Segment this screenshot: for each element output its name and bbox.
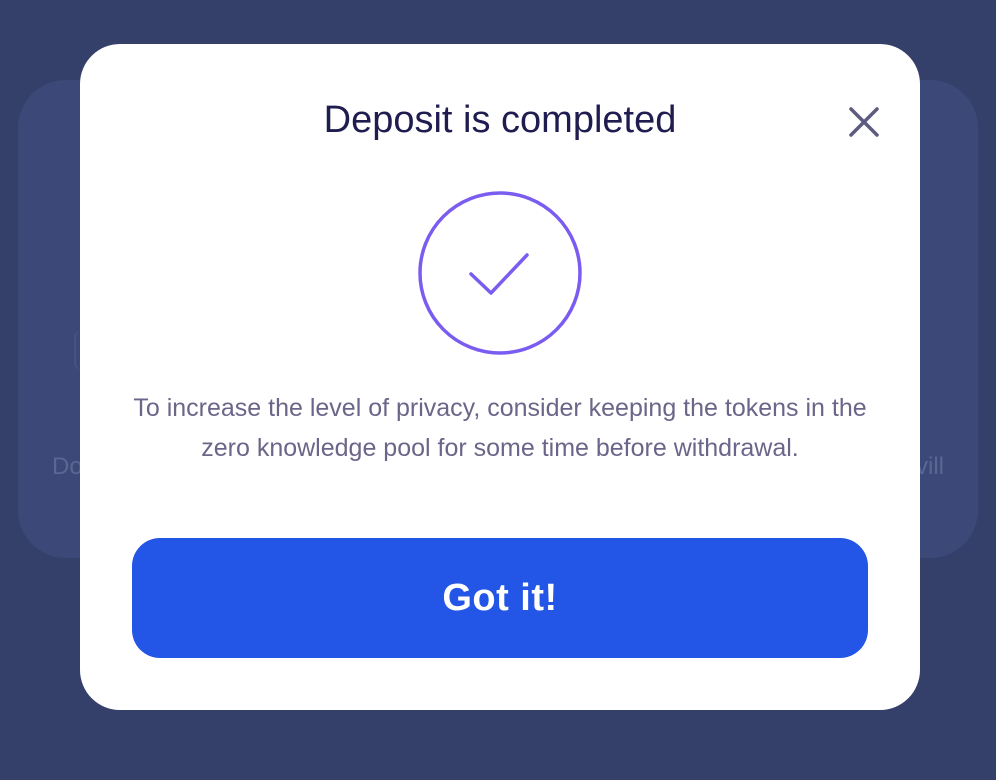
close-icon bbox=[849, 107, 879, 137]
background-text-fragment-left: Do bbox=[52, 453, 83, 480]
got-it-button[interactable]: Got it! bbox=[132, 538, 868, 658]
background-text-fragment-right: vill bbox=[916, 453, 944, 480]
close-button[interactable] bbox=[840, 98, 888, 146]
privacy-message: To increase the level of privacy, consid… bbox=[133, 394, 867, 462]
dialog-title: Deposit is completed bbox=[323, 99, 677, 141]
checkmark-circle-icon bbox=[418, 191, 582, 355]
deposit-complete-dialog: Deposit is completed To increase the lev… bbox=[80, 44, 920, 710]
